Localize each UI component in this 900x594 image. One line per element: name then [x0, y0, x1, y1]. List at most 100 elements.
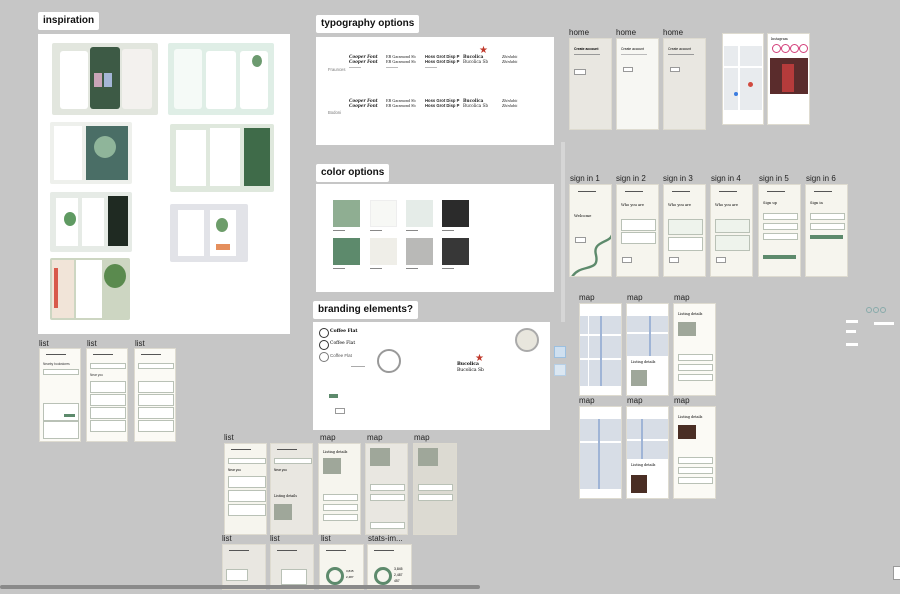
canvas-chip[interactable]: [893, 566, 900, 580]
color-swatch[interactable]: [442, 200, 469, 227]
inspiration-image-1: [52, 43, 158, 115]
selection-handle[interactable]: [554, 346, 566, 358]
frame-label-list-4: list: [224, 433, 234, 442]
color-swatch[interactable]: [333, 200, 360, 227]
frame-label-map-4: map: [579, 396, 595, 405]
canvas-chip[interactable]: [846, 330, 856, 333]
inspiration-image-5: [50, 192, 132, 252]
brand-button-light[interactable]: [335, 408, 345, 414]
map-screen-3[interactable]: Listing details: [673, 303, 716, 396]
home-screen-2[interactable]: Create account: [616, 38, 659, 130]
frame-label-map-6: map: [674, 396, 690, 405]
frame-label-list-5: list: [222, 534, 232, 543]
color-swatch[interactable]: [370, 200, 397, 227]
map-screen-7[interactable]: Listing details: [318, 443, 361, 535]
canvas-marker[interactable]: [873, 307, 879, 313]
stats-screen[interactable]: 3,845 2,487 457: [367, 544, 412, 590]
frame-label-sign-in-1: sign in 1: [570, 174, 600, 183]
typography-board: Fraunces Bodoni Cooper Font Cooper Font …: [316, 37, 554, 145]
brand-button-dark[interactable]: [329, 394, 338, 398]
list-screen-9[interactable]: [270, 544, 314, 590]
color-swatch[interactable]: [406, 200, 433, 227]
frame-label-map-8: map: [367, 433, 383, 442]
map-screen-6[interactable]: Listing details: [673, 406, 716, 499]
home-screen-3[interactable]: Create account: [663, 38, 706, 130]
sign-in-screen-4[interactable]: Who you are: [710, 184, 753, 277]
map-screen-9[interactable]: [413, 443, 457, 535]
color-swatch[interactable]: [406, 238, 433, 265]
frame-label-list-2: list: [87, 339, 97, 348]
frame-label-list-1: list: [39, 339, 49, 348]
scroll-marker: [561, 142, 565, 322]
seal-logo: [515, 328, 539, 352]
frame-label-map-7: map: [320, 433, 336, 442]
sign-in-screen-3[interactable]: Who you are: [663, 184, 706, 277]
section-typography-label: typography options: [316, 15, 420, 33]
horizontal-scrollbar[interactable]: [0, 585, 480, 589]
frame-label-list-7: list: [321, 534, 331, 543]
sign-in-screen-6[interactable]: Sign in: [805, 184, 848, 277]
canvas-marker[interactable]: [866, 307, 872, 313]
sign-in-screen-1[interactable]: Welcome: [569, 184, 612, 277]
inspiration-image-6: [170, 204, 248, 262]
inspiration-image-2: [168, 43, 274, 115]
list-screen-8[interactable]: [222, 544, 266, 590]
frame-label-home-1: home: [569, 28, 590, 37]
frame-label-list-3: list: [135, 339, 145, 348]
list-screen-4[interactable]: Near you: [224, 443, 267, 535]
canvas-marker[interactable]: [880, 307, 886, 313]
list-screen-3[interactable]: [134, 348, 176, 442]
color-swatch[interactable]: [370, 238, 397, 265]
coffee-logo-icon: [319, 352, 329, 362]
list-screen-5[interactable]: Near you Listing details: [270, 443, 313, 535]
list-title: Nearby bookstores: [43, 362, 70, 366]
sign-in-screen-2[interactable]: Who you are: [616, 184, 659, 277]
map-screen-4[interactable]: [579, 406, 622, 499]
frame-label-map-3: map: [674, 293, 690, 302]
inspiration-image-4: [170, 124, 274, 192]
map-screen-2[interactable]: Listing details: [626, 303, 669, 396]
map-screen-1[interactable]: [579, 303, 622, 396]
vine-decoration: [571, 234, 611, 276]
frame-label-sign-in-4: sign in 4: [711, 174, 741, 183]
seal-logo: [377, 349, 401, 373]
coffee-logo-icon: [319, 340, 329, 350]
selection-handle[interactable]: [554, 364, 566, 376]
frame-label-map-1: map: [579, 293, 595, 302]
frame-label-map-2: map: [627, 293, 643, 302]
star-icon: ★: [479, 45, 488, 56]
inspiration-image-3: [50, 122, 132, 184]
frame-label-stats: stats-im...: [368, 534, 403, 543]
frame-label-home-3: home: [663, 28, 684, 37]
reference-social-phone: Instagram: [767, 33, 810, 125]
frame-label-sign-in-2: sign in 2: [616, 174, 646, 183]
map-screen-8[interactable]: [365, 443, 408, 535]
section-inspiration-label: inspiration: [38, 12, 100, 30]
color-swatch[interactable]: [333, 238, 360, 265]
inspiration-image-7: [50, 258, 130, 320]
inspiration-board: [38, 34, 290, 334]
sign-in-screen-5[interactable]: Sign up: [758, 184, 801, 277]
frame-label-map-9: map: [414, 433, 430, 442]
list-screen-1[interactable]: Nearby bookstores: [39, 348, 81, 442]
frame-label-sign-in-5: sign in 5: [759, 174, 789, 183]
canvas-chip[interactable]: [846, 320, 858, 323]
reference-map-phone: [722, 33, 764, 125]
list-screen-2[interactable]: Near you: [86, 348, 128, 442]
list-near: Near you: [90, 373, 103, 377]
frame-label-list-6: list: [270, 534, 280, 543]
color-board: [316, 184, 554, 292]
canvas-chip[interactable]: [846, 343, 858, 346]
coffee-logo-icon: [319, 328, 329, 338]
list-screen-10[interactable]: 3,845 2,487: [319, 544, 364, 590]
branding-board: Coffee Flat Coffee Flat Coffee Flat ★ Bu…: [313, 322, 550, 430]
frame-label-sign-in-3: sign in 3: [663, 174, 693, 183]
frame-label-sign-in-6: sign in 6: [806, 174, 836, 183]
frame-label-map-5: map: [627, 396, 643, 405]
color-swatch[interactable]: [442, 238, 469, 265]
section-branding-label: branding elements?: [313, 301, 419, 319]
canvas-chip[interactable]: [874, 322, 894, 325]
section-color-label: color options: [316, 164, 390, 182]
map-screen-5[interactable]: Listing details: [626, 406, 669, 499]
home-screen-1[interactable]: Create account: [569, 38, 612, 130]
